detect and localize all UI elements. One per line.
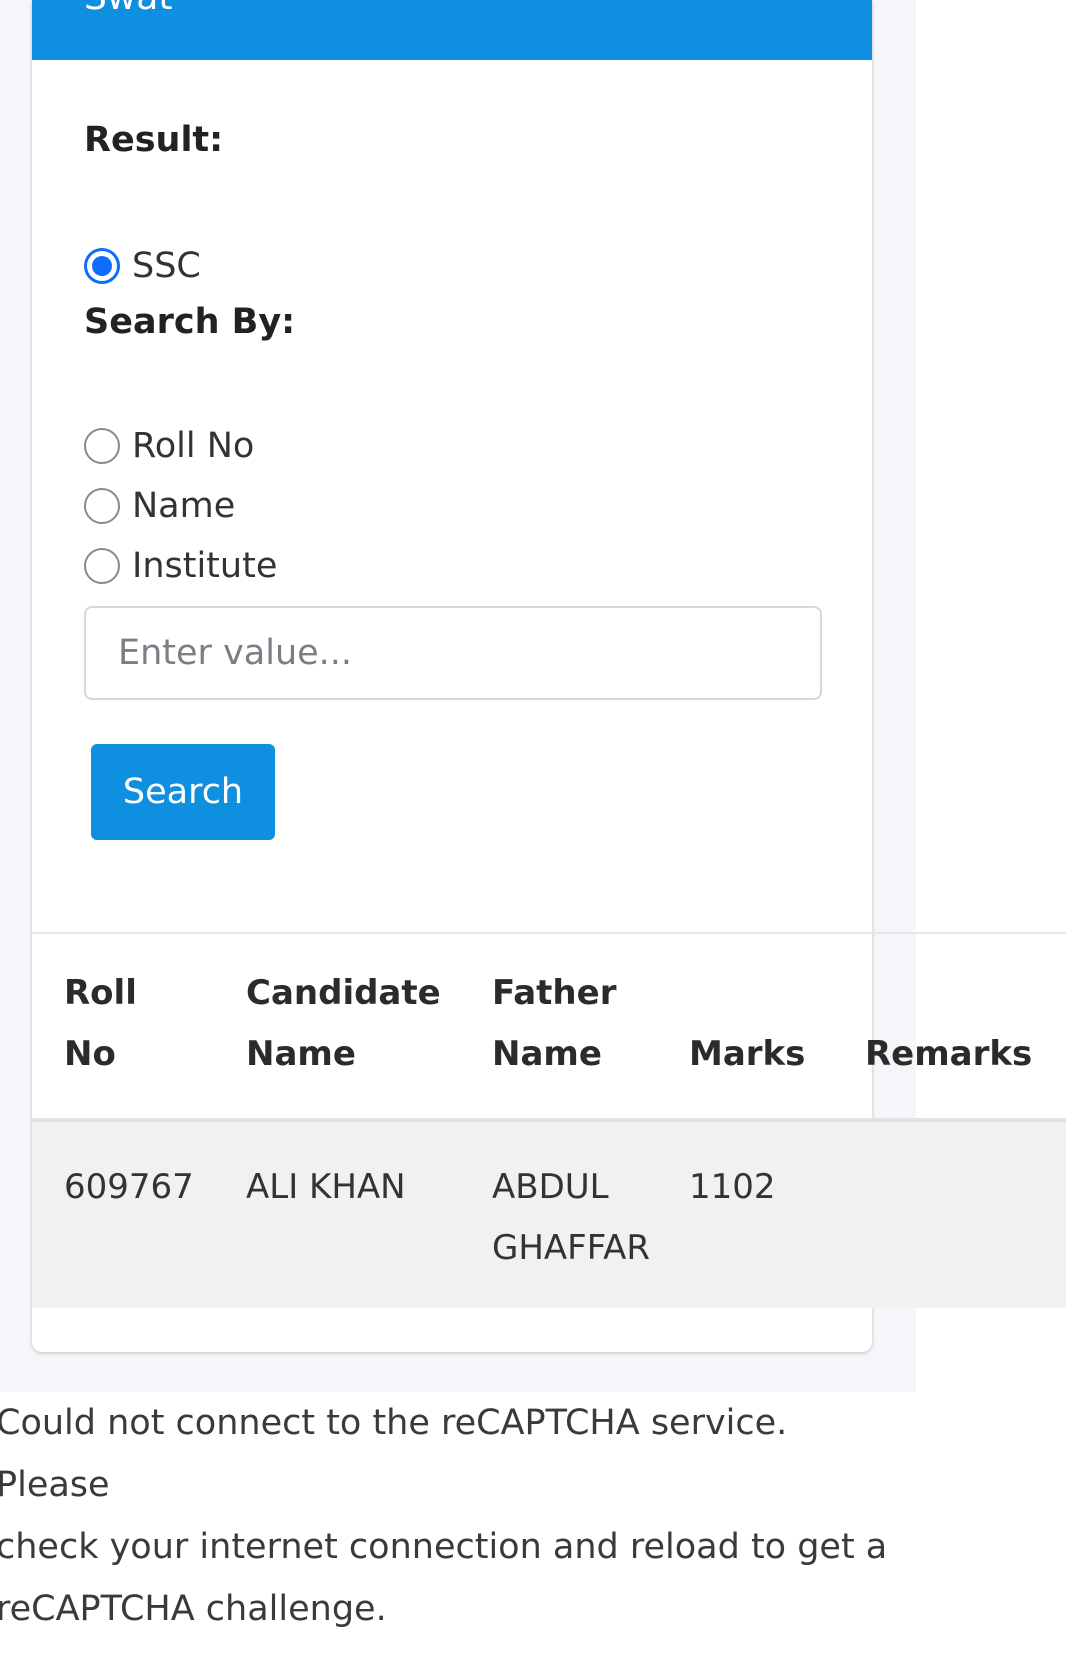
- search-button[interactable]: Search: [91, 744, 275, 840]
- radio-name-icon[interactable]: [84, 488, 120, 524]
- radio-roll-no-icon[interactable]: [84, 428, 120, 464]
- table-top-border: [32, 932, 1066, 934]
- cell-father-line2: GHAFFAR: [492, 1228, 651, 1268]
- header-candidate-name: Candidate Name: [246, 963, 441, 1085]
- search-value-input[interactable]: [84, 606, 822, 700]
- cell-father-line1: ABDUL: [492, 1167, 609, 1207]
- cell-father-name: ABDUL GHAFFAR: [492, 1157, 650, 1279]
- recaptcha-notice-line1: Could not connect to the reCAPTCHA servi…: [0, 1403, 788, 1505]
- card-header: Swat: [32, 0, 872, 60]
- recaptcha-notice-line2: check your internet connection and reloa…: [0, 1527, 888, 1567]
- header-candidate-line2: Name: [246, 1034, 356, 1074]
- radio-roll-no-label: Roll No: [132, 426, 255, 466]
- header-remarks: Remarks: [865, 1034, 1033, 1074]
- recaptcha-notice-line3: reCAPTCHA challenge.: [0, 1589, 387, 1629]
- header-father-line1: Father: [492, 973, 617, 1013]
- header-father-line2: Name: [492, 1034, 602, 1074]
- search-by-label: Search By:: [84, 302, 296, 342]
- recaptcha-error-message: Could not connect to the reCAPTCHA servi…: [0, 1392, 896, 1640]
- radio-ssc-icon[interactable]: [84, 248, 120, 284]
- header-roll-line2: No: [64, 1034, 116, 1074]
- cell-marks: 1102: [689, 1167, 776, 1207]
- radio-ssc[interactable]: SSC: [84, 244, 201, 288]
- result-label: Result:: [84, 120, 224, 160]
- header-candidate-line1: Candidate: [246, 973, 441, 1013]
- header-roll-no: Roll No: [64, 963, 137, 1085]
- header-father-name: Father Name: [492, 963, 616, 1085]
- radio-institute-icon[interactable]: [84, 548, 120, 584]
- radio-name[interactable]: Name: [84, 484, 235, 528]
- radio-institute[interactable]: Institute: [84, 544, 277, 588]
- radio-institute-label: Institute: [132, 546, 278, 586]
- header-marks: Marks: [689, 1034, 806, 1074]
- radio-name-label: Name: [132, 486, 236, 526]
- header-roll-line1: Roll: [64, 973, 137, 1013]
- radio-ssc-label: SSC: [132, 246, 201, 286]
- radio-roll-no[interactable]: Roll No: [84, 424, 254, 468]
- card-header-title: Swat: [84, 0, 172, 20]
- cell-candidate-name: ALI KHAN: [246, 1167, 406, 1207]
- cell-roll-no: 609767: [64, 1167, 194, 1207]
